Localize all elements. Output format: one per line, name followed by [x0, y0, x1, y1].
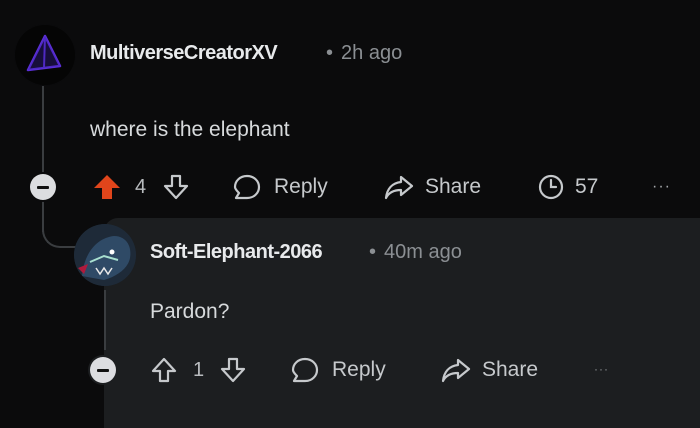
- more-icon[interactable]: ···: [594, 362, 609, 376]
- reply-comment-body: Pardon?: [150, 300, 230, 323]
- reply-time: 40m ago: [384, 241, 462, 263]
- parent-timestamp: • 2h ago: [326, 42, 403, 64]
- thread-elbow: [42, 212, 78, 248]
- reply-timestamp: • 40m ago: [369, 241, 462, 263]
- collapse-icon[interactable]: [30, 174, 56, 200]
- reply-button[interactable]: Reply: [232, 173, 328, 201]
- avatar[interactable]: [14, 24, 76, 86]
- vote-count: 1: [193, 359, 205, 381]
- upvote-button[interactable]: [150, 356, 178, 384]
- share-label: Share: [482, 358, 539, 381]
- parent-username[interactable]: MultiverseCreatorXV: [90, 42, 278, 65]
- vote-count: 4: [135, 176, 147, 198]
- downvote-button[interactable]: [219, 356, 247, 384]
- upvote-icon: [151, 357, 177, 383]
- downvote-button[interactable]: [162, 173, 190, 201]
- comment-icon: [291, 357, 319, 383]
- collapse-icon[interactable]: [90, 357, 116, 383]
- share-button[interactable]: Share: [383, 173, 481, 201]
- reply-username[interactable]: Soft-Elephant-2066: [150, 241, 323, 264]
- thread-line-parent: [42, 86, 44, 174]
- share-button[interactable]: Share: [440, 356, 538, 384]
- upvote-button[interactable]: [92, 173, 122, 201]
- parent-time: 2h ago: [341, 42, 403, 64]
- parent-comment-body: where is the elephant: [90, 118, 290, 141]
- awards-button[interactable]: 57: [537, 173, 598, 201]
- thread-line-reply: [104, 290, 106, 350]
- reply-label: Reply: [274, 175, 328, 198]
- downvote-icon: [163, 174, 189, 200]
- pyramid-avatar-icon: [15, 25, 75, 85]
- reply-avatar[interactable]: [74, 224, 136, 286]
- awards-count: 57: [575, 175, 599, 198]
- creature-avatar-icon: [74, 224, 136, 286]
- share-arrow-icon: [384, 175, 414, 200]
- upvote-icon: [94, 175, 120, 199]
- reply-button[interactable]: Reply: [290, 356, 386, 384]
- downvote-icon: [220, 357, 246, 383]
- comment-icon: [233, 174, 261, 200]
- more-icon[interactable]: ···: [652, 178, 671, 196]
- share-label: Share: [425, 175, 482, 198]
- share-arrow-icon: [441, 358, 471, 383]
- award-clock-icon: [538, 174, 564, 200]
- reply-label: Reply: [332, 358, 386, 381]
